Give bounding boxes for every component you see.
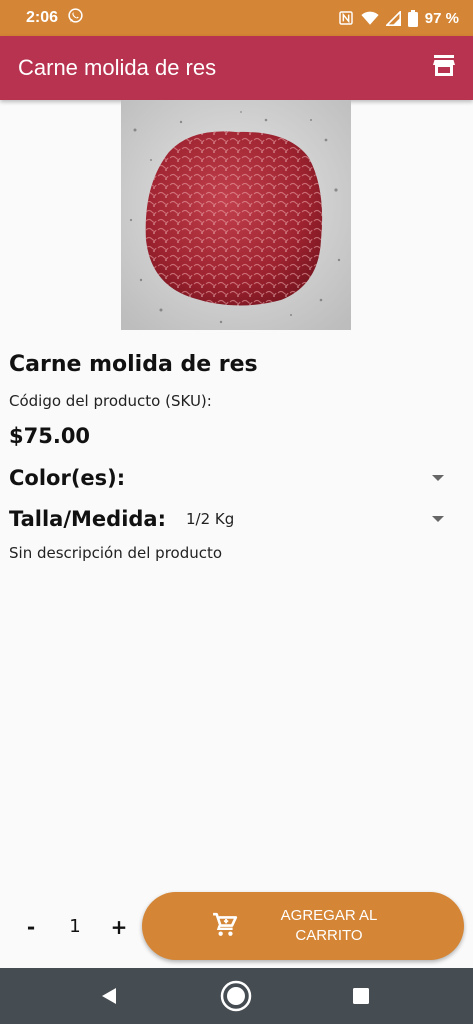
color-label: Color(es): xyxy=(9,466,126,490)
sku-label: Código del producto (SKU): xyxy=(9,392,212,410)
recents-icon[interactable] xyxy=(352,987,370,1009)
increase-quantity-button[interactable]: + xyxy=(104,914,134,940)
product-price: $75.00 xyxy=(9,424,91,448)
status-bar: 2:06 97 % xyxy=(0,0,473,36)
wifi-icon xyxy=(361,10,379,26)
add-to-cart-label: AGREGAR AL CARRITO xyxy=(280,907,378,944)
store-button[interactable] xyxy=(431,55,457,81)
shopping-cart-icon xyxy=(212,912,238,941)
dropdown-arrow-icon xyxy=(432,516,444,522)
size-label: Talla/Medida: xyxy=(9,507,166,531)
store-icon xyxy=(432,55,456,81)
quantity-bar: - 1 + AGREGAR AL CARRITO xyxy=(0,890,473,964)
product-description: Sin descripción del producto xyxy=(9,544,223,562)
system-navigation-bar xyxy=(0,968,473,1024)
status-time: 2:06 xyxy=(26,9,59,26)
quantity-value: 1 xyxy=(69,916,81,937)
signal-icon xyxy=(385,10,401,26)
app-bar: Carne molida de res xyxy=(0,36,473,100)
product-name: Carne molida de res xyxy=(9,352,258,377)
nfc-icon xyxy=(338,10,354,26)
size-dropdown[interactable]: Talla/Medida: 1/2 Kg xyxy=(9,502,459,536)
decrease-quantity-button[interactable]: - xyxy=(16,914,46,940)
home-icon[interactable] xyxy=(220,980,252,1016)
dropdown-arrow-icon xyxy=(432,475,444,481)
battery-level: 97 % xyxy=(424,9,459,27)
battery-icon xyxy=(407,9,418,27)
product-image xyxy=(121,100,351,330)
whatsapp-icon xyxy=(67,7,84,29)
page-title: Carne molida de res xyxy=(18,55,217,80)
back-icon[interactable] xyxy=(100,987,118,1009)
color-dropdown[interactable]: Color(es): xyxy=(9,461,459,495)
add-to-cart-button[interactable]: AGREGAR AL CARRITO xyxy=(142,892,464,960)
size-value: 1/2 Kg xyxy=(186,510,235,528)
